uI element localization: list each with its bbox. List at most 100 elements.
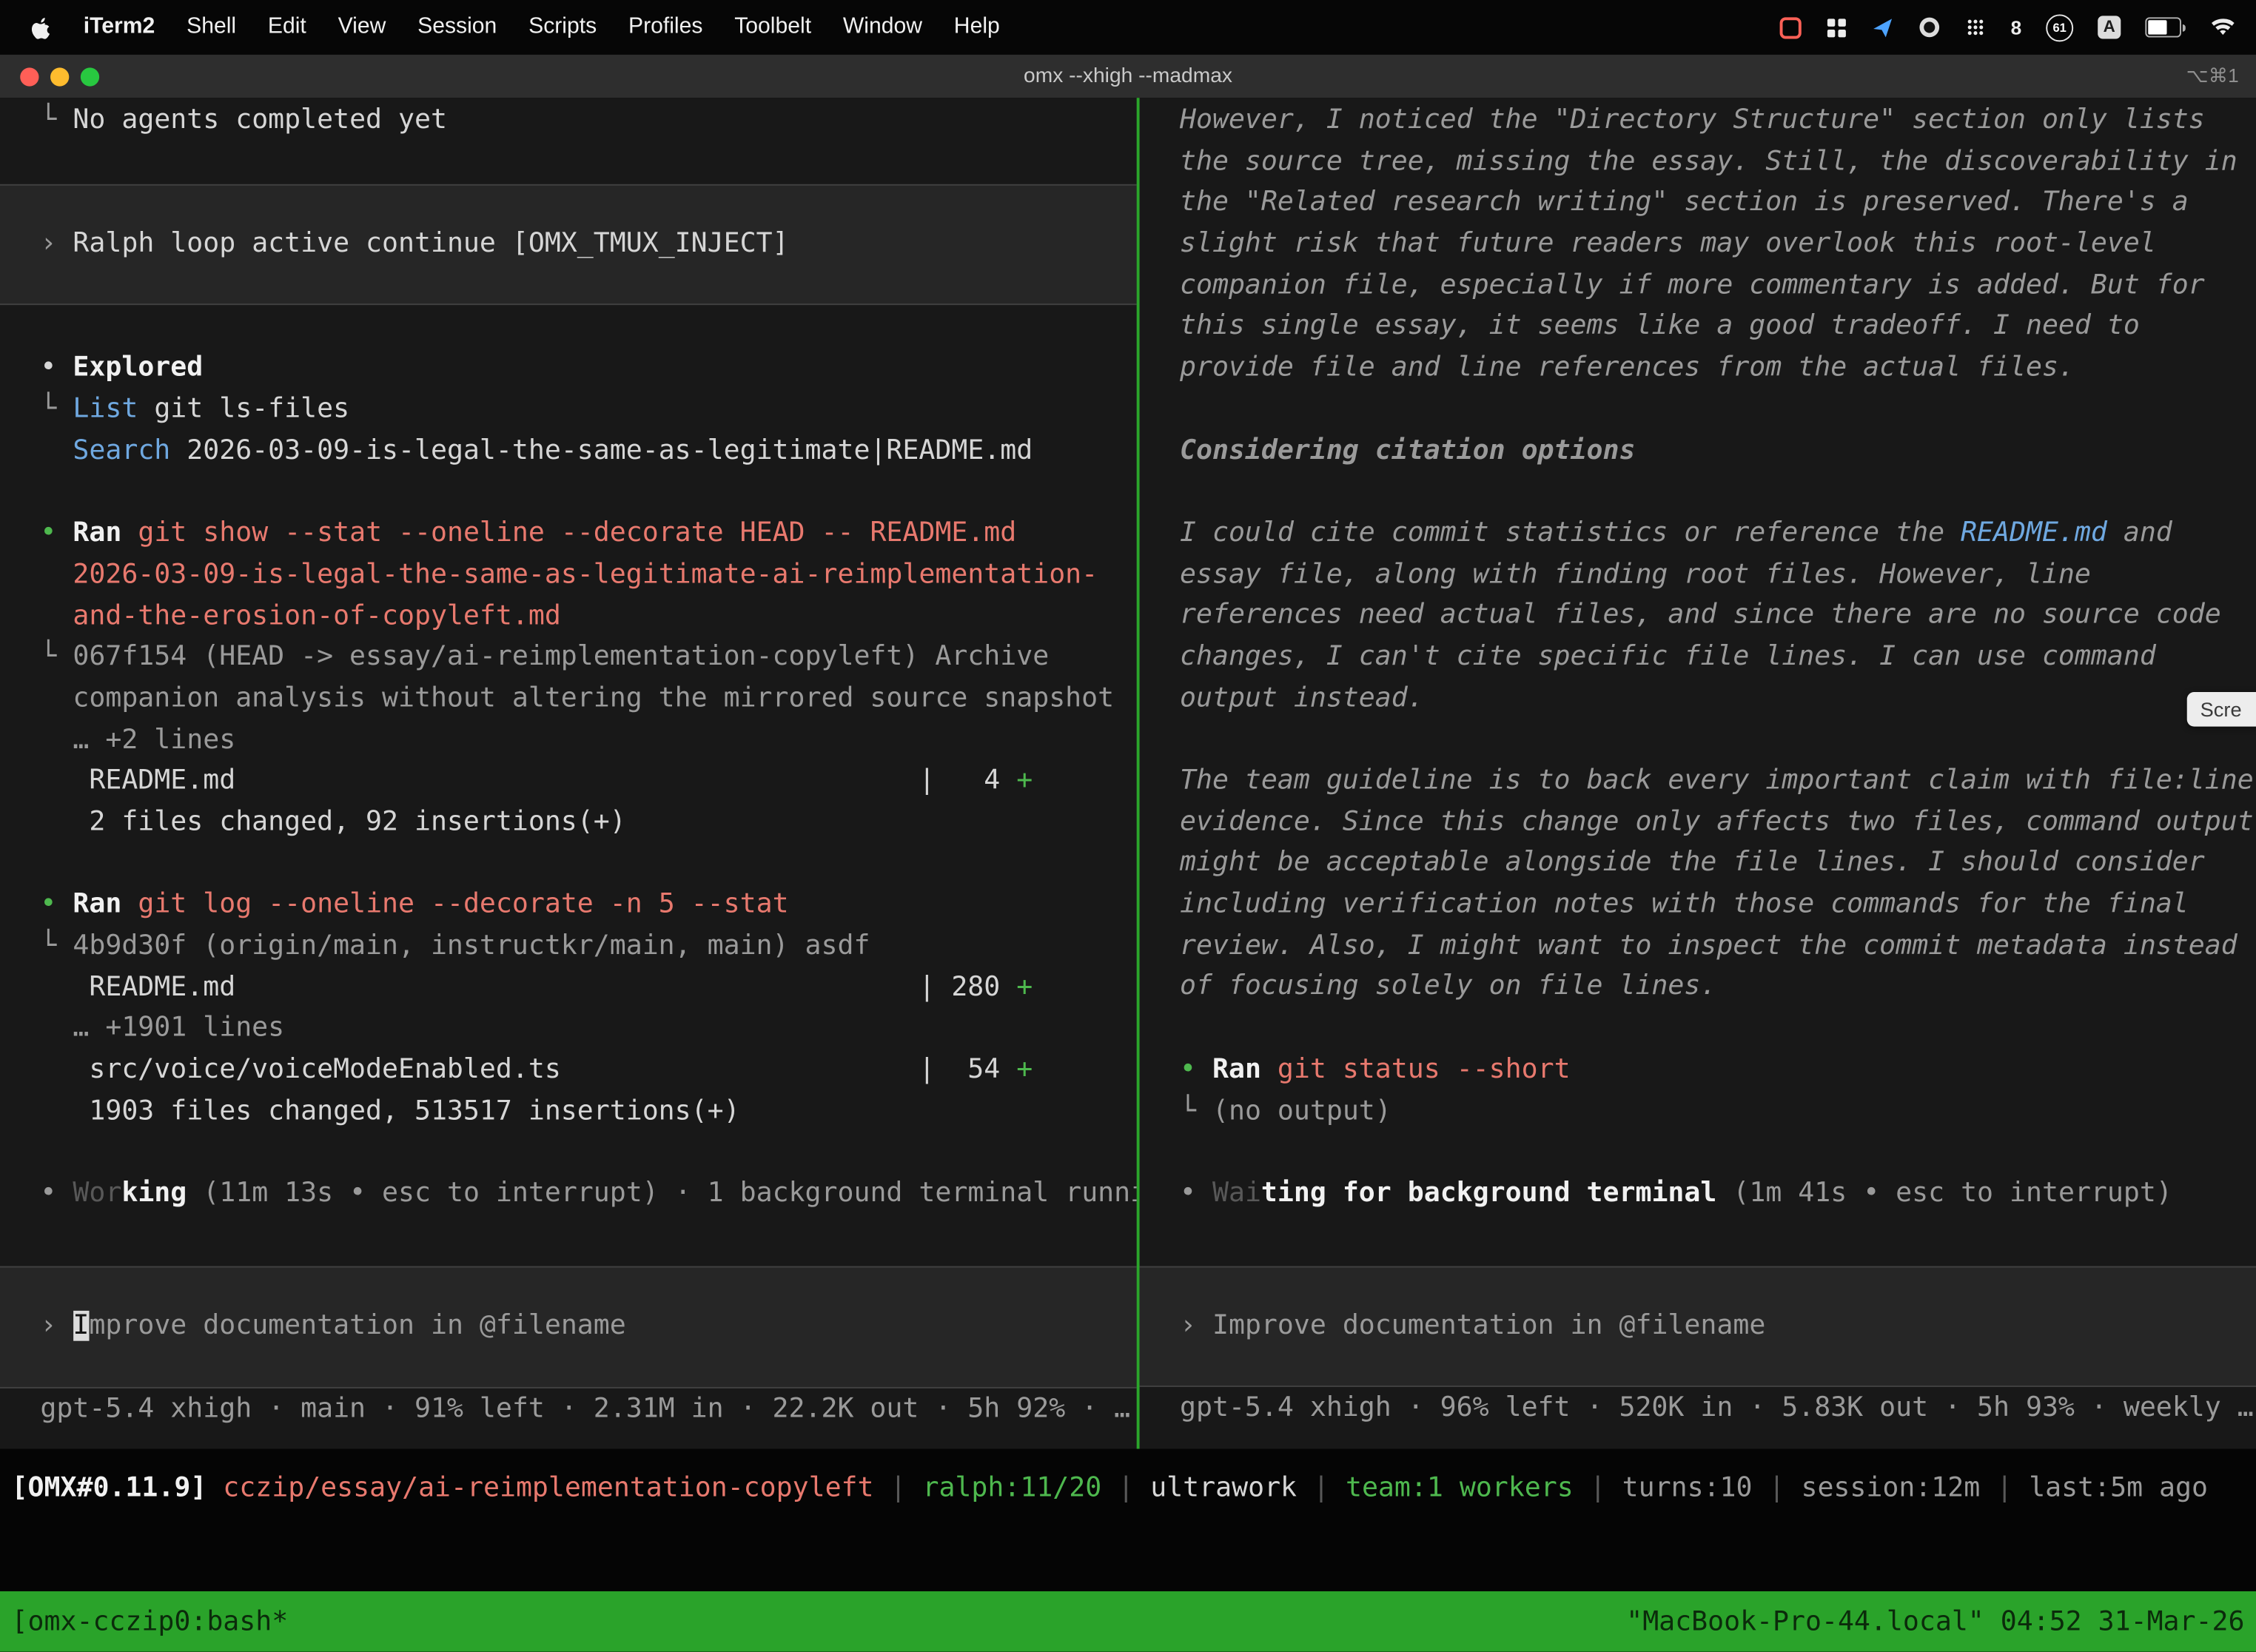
tmux-status-bar: [omx-cczip0:bash* "MacBook-Pro-44.local"… bbox=[0, 1591, 2256, 1652]
text-segment: Ralph loop active continue [OMX_TMUX_INJ… bbox=[73, 228, 788, 258]
ralph-loop-line: › Ralph loop active continue [OMX_TMUX_I… bbox=[0, 224, 1137, 266]
text-segment: review. Also, I might want to inspect th… bbox=[1180, 930, 2237, 961]
text-segment: + bbox=[1016, 972, 1033, 1002]
text-segment: README.md | 4 bbox=[40, 766, 1016, 796]
menu-item-scripts[interactable]: Scripts bbox=[513, 0, 613, 55]
minimize-button[interactable] bbox=[50, 67, 69, 85]
text-segment: 1903 files changed, 513517 insertions(+) bbox=[40, 1096, 739, 1126]
text-segment: └ bbox=[40, 394, 73, 425]
right-status-line: gpt-5.4 xhigh · 96% left · 520K in · 5.8… bbox=[1140, 1389, 2256, 1430]
menu-item-toolbelt[interactable]: Toolbelt bbox=[719, 0, 827, 55]
terminal-line: including verification notes with those … bbox=[1140, 885, 2256, 927]
text-segment: List bbox=[73, 394, 138, 425]
text-segment: • bbox=[40, 890, 73, 920]
circular-app-icon[interactable] bbox=[1918, 16, 1941, 38]
terminal-line: › Improve documentation in @filename bbox=[1140, 1306, 2256, 1347]
input-source-icon[interactable]: A bbox=[2098, 16, 2121, 38]
blank-line bbox=[1140, 1009, 2256, 1050]
screen-button[interactable]: Scre bbox=[2187, 692, 2256, 727]
terminal-line: … +2 lines bbox=[0, 720, 1137, 762]
menu-item-shell[interactable]: Shell bbox=[171, 0, 252, 55]
terminal-line: gpt-5.4 xhigh · 96% left · 520K in · 5.8… bbox=[1140, 1389, 2256, 1430]
wifi-icon[interactable] bbox=[2210, 17, 2236, 37]
text-segment: However, I noticed the "Directory Struct… bbox=[1180, 105, 2205, 135]
menu-bar: iTerm2 Shell Edit View Session Scripts P… bbox=[0, 0, 2256, 55]
text-segment: [OMX#0.11.9] bbox=[12, 1474, 224, 1504]
terminal-line: └ (no output) bbox=[1140, 1091, 2256, 1132]
close-button[interactable] bbox=[20, 67, 38, 85]
menu-item-session[interactable]: Session bbox=[402, 0, 513, 55]
battery-icon[interactable] bbox=[2145, 17, 2185, 37]
left-input-box[interactable]: › Improve documentation in @filename bbox=[0, 1266, 1137, 1388]
text-segment: might be acceptable alongside the file l… bbox=[1180, 848, 2205, 879]
blank-line bbox=[1140, 720, 2256, 762]
text-segment: Ran bbox=[73, 518, 138, 548]
terminal-line: 1903 files changed, 513517 insertions(+) bbox=[0, 1092, 1137, 1133]
text-segment: … +2 lines bbox=[40, 725, 235, 755]
text-segment bbox=[40, 436, 73, 466]
terminal-line: Considering citation options bbox=[1140, 431, 2256, 472]
terminal-line: might be acceptable alongside the file l… bbox=[1140, 844, 2256, 885]
text-segment: No agents completed yet bbox=[73, 105, 447, 135]
blank-line bbox=[1140, 472, 2256, 514]
text-segment: git log --oneline --decorate -n 5 --stat bbox=[138, 890, 788, 920]
text-segment: turns:10 bbox=[1622, 1474, 1753, 1504]
text-segment: ralph:11/20 bbox=[922, 1474, 1101, 1504]
blank-line bbox=[0, 1133, 1137, 1175]
eight-badge-icon[interactable]: 8 bbox=[2011, 16, 2022, 38]
terminal-line: slight risk that future readers may over… bbox=[1140, 224, 2256, 266]
terminal-line: Search 2026-03-09-is-legal-the-same-as-l… bbox=[0, 432, 1137, 473]
text-segment: (11m 13s • esc to interrupt) · 1 backgro… bbox=[187, 1178, 1136, 1209]
text-segment: └ 067f154 (HEAD -> essay/ai-reimplementa… bbox=[40, 642, 1049, 672]
text-segment: mprove documentation in @filename bbox=[89, 1311, 625, 1341]
terminal-line: However, I noticed the "Directory Struct… bbox=[1140, 101, 2256, 142]
dots-grid-icon[interactable] bbox=[1966, 17, 1986, 37]
terminal-line: └ No agents completed yet bbox=[0, 101, 1137, 142]
text-segment: and-the-erosion-of-copyleft.md bbox=[40, 601, 560, 631]
omx-status-bar: [OMX#0.11.9] cczip/essay/ai-reimplementa… bbox=[0, 1449, 2256, 1591]
terminal-line: README.md | 4 + bbox=[0, 762, 1137, 803]
battery-gauge-icon[interactable]: 61 bbox=[2046, 13, 2073, 41]
left-pane-body: • Explored└ List git ls-files Search 202… bbox=[0, 349, 1137, 1215]
left-pane[interactable]: └ No agents completed yet › Ralph loop a… bbox=[0, 98, 1137, 1448]
title-bar[interactable]: omx --xhigh --madmax ⌥⌘1 bbox=[0, 55, 2256, 98]
terminal-line: • Ran git log --oneline --decorate -n 5 … bbox=[0, 885, 1137, 927]
terminal-line: src/voice/voiceModeEnabled.ts | 54 + bbox=[0, 1050, 1137, 1092]
blank-line bbox=[1140, 389, 2256, 431]
paper-plane-icon[interactable] bbox=[1873, 16, 1894, 38]
terminal-line: [OMX#0.11.9] cczip/essay/ai-reimplementa… bbox=[0, 1469, 2256, 1511]
text-segment: Improve documentation in @filename bbox=[1212, 1310, 1765, 1340]
text-segment: and bbox=[2107, 518, 2172, 548]
menu-bar-status-icons: 8 61 A bbox=[1781, 13, 2256, 41]
screen-recording-indicator-icon[interactable] bbox=[1781, 16, 1802, 38]
text-segment: slight risk that future readers may over… bbox=[1180, 229, 2156, 259]
terminal-line: provide file and line references from th… bbox=[1140, 349, 2256, 390]
text-segment: Wor bbox=[73, 1178, 121, 1209]
terminal-line: essay file, along with finding root file… bbox=[1140, 554, 2256, 596]
text-segment: Search bbox=[73, 436, 170, 466]
ralph-loop-box: › Ralph loop active continue [OMX_TMUX_I… bbox=[0, 184, 1137, 306]
apple-menu[interactable] bbox=[0, 14, 67, 40]
right-pane[interactable]: However, I noticed the "Directory Struct… bbox=[1140, 98, 2256, 1448]
menu-item-view[interactable]: View bbox=[322, 0, 402, 55]
text-segment: | bbox=[1101, 1474, 1150, 1504]
text-segment: └ 4b9d30f (origin/main, instructkr/main,… bbox=[40, 931, 870, 961]
zoom-button[interactable] bbox=[81, 67, 99, 85]
text-segment: | bbox=[874, 1474, 923, 1504]
menu-item-app[interactable]: iTerm2 bbox=[67, 0, 170, 55]
terminal: └ No agents completed yet › Ralph loop a… bbox=[0, 98, 2256, 1448]
tmux-host-clock-label: "MacBook-Pro-44.local" 04:52 31-Mar-26 bbox=[1626, 1606, 2244, 1636]
menu-item-help[interactable]: Help bbox=[938, 0, 1015, 55]
terminal-line: changes, I can't cite specific file line… bbox=[1140, 637, 2256, 679]
text-segment: output instead. bbox=[1180, 683, 1424, 713]
window-grid-icon[interactable] bbox=[1827, 16, 1848, 38]
text-segment: ultrawork bbox=[1150, 1474, 1297, 1504]
menu-item-profiles[interactable]: Profiles bbox=[613, 0, 719, 55]
text-segment: README.md bbox=[1961, 518, 2107, 548]
right-input-box[interactable]: › Improve documentation in @filename bbox=[1140, 1266, 2256, 1388]
window-title: omx --xhigh --madmax bbox=[1024, 64, 1232, 87]
text-segment: last:5m ago bbox=[2029, 1474, 2208, 1504]
menu-item-window[interactable]: Window bbox=[827, 0, 938, 55]
terminal-line: review. Also, I might want to inspect th… bbox=[1140, 926, 2256, 967]
menu-item-edit[interactable]: Edit bbox=[252, 0, 322, 55]
